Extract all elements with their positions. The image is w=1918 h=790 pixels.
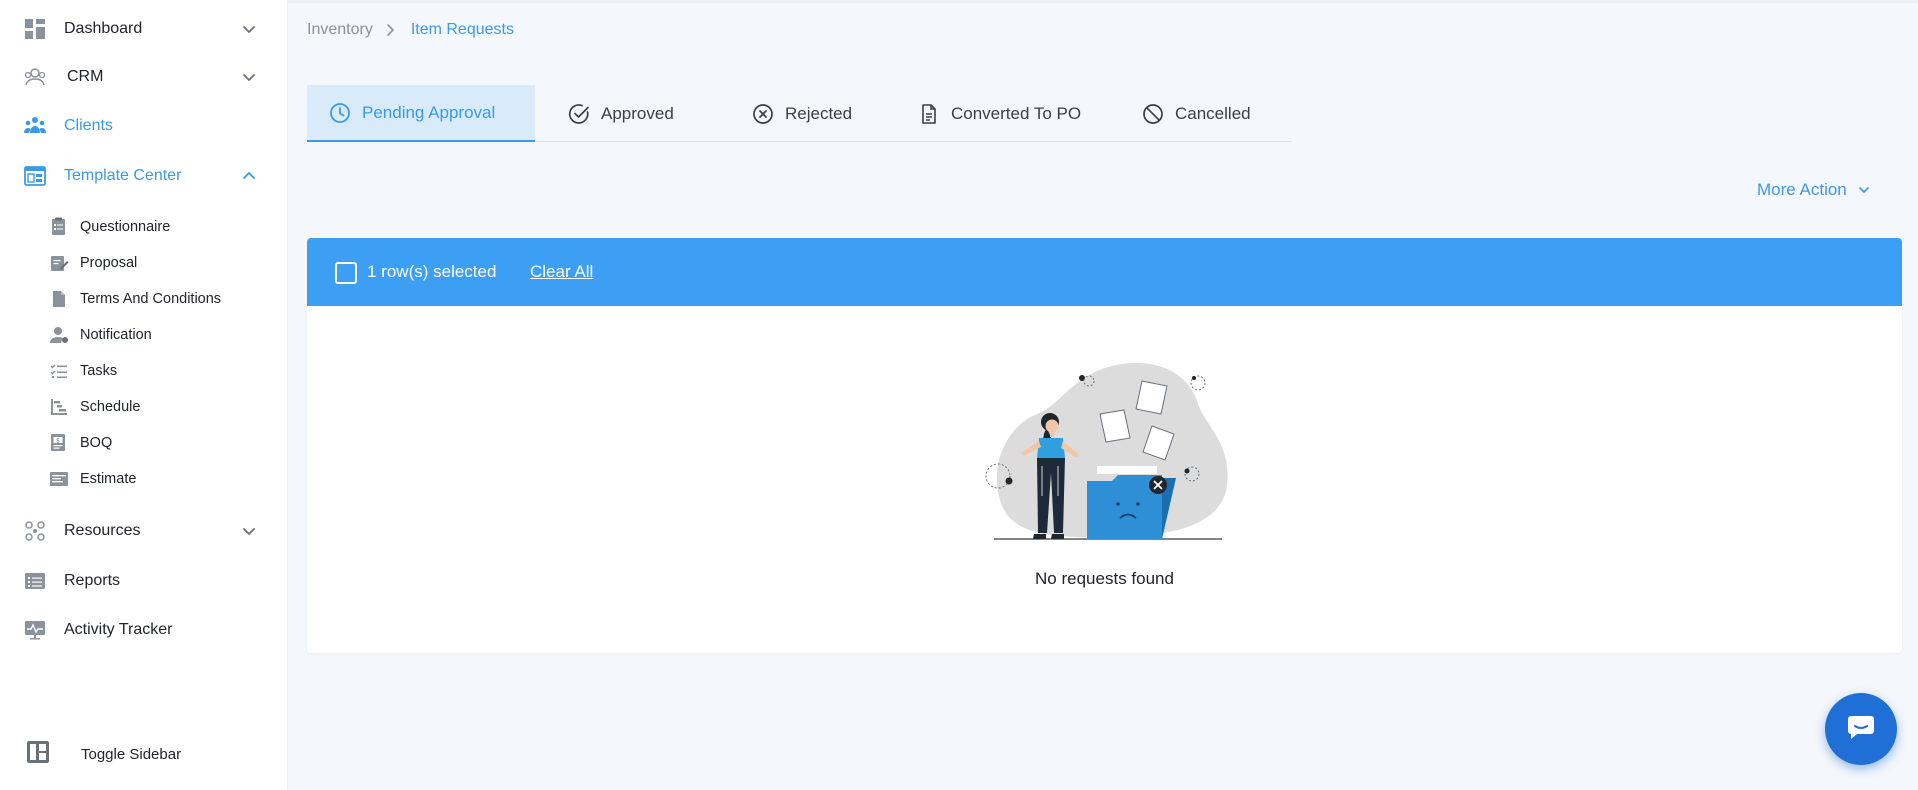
tab-pending-approval[interactable]: Pending Approval: [307, 85, 535, 142]
tab-label: Rejected: [785, 103, 853, 123]
tab-approved[interactable]: Approved: [568, 85, 674, 142]
chevron-right-icon: [385, 23, 397, 37]
sidebar-item-activity-tracker[interactable]: Activity Tracker: [0, 610, 288, 650]
sidebar-subitem-tasks[interactable]: Tasks: [0, 355, 288, 387]
sidebar-subitem-questionnaire[interactable]: Questionnaire: [0, 211, 288, 243]
toggle-sidebar-button[interactable]: Toggle Sidebar: [0, 735, 288, 773]
requests-table-card: 1 row(s) selected Clear All No requests …: [307, 238, 1902, 653]
sidebar-item-label: Clients: [64, 117, 113, 134]
activity-tracker-icon: [22, 617, 48, 643]
tab-label: Pending Approval: [362, 102, 496, 122]
more-action-button[interactable]: More Action: [1757, 180, 1871, 200]
ban-icon: [1142, 103, 1164, 125]
sidebar-subitem-label: Schedule: [80, 399, 141, 415]
document-icon: [48, 288, 70, 310]
sidebar-subitem-proposal[interactable]: Proposal: [0, 247, 288, 279]
sidebar-item-label: CRM: [67, 68, 104, 85]
resources-icon: [22, 518, 48, 544]
dashboard-icon: [22, 16, 48, 42]
sidebar-subitem-estimate[interactable]: Estimate: [0, 463, 288, 495]
toggle-sidebar-label: Toggle Sidebar: [81, 745, 182, 763]
selection-bar: 1 row(s) selected Clear All: [307, 238, 1902, 306]
chevron-up-icon[interactable]: [240, 167, 258, 185]
user-notification-icon: [48, 324, 70, 346]
schedule-icon: [48, 396, 70, 418]
empty-state-message: No requests found: [1035, 569, 1174, 588]
breadcrumb-current[interactable]: Item Requests: [411, 21, 514, 39]
selected-count: 1 row(s) selected: [367, 262, 497, 281]
tab-converted-to-po[interactable]: Converted To PO: [918, 85, 1081, 142]
sidebar-subitem-schedule[interactable]: Schedule: [0, 391, 288, 423]
sidebar-item-label: Template Center: [64, 167, 182, 184]
template-center-icon: [22, 163, 48, 189]
empty-folder-illustration: [985, 362, 1228, 540]
breadcrumb: Inventory Item Requests: [307, 21, 514, 39]
sidebar-subitem-terms-and-conditions[interactable]: Terms And Conditions: [0, 283, 288, 315]
sidebar-subitem-notification[interactable]: Notification: [0, 319, 288, 351]
clock-icon: [329, 102, 351, 124]
boq-icon: $: [48, 432, 70, 454]
top-divider: [288, 0, 1918, 3]
tasks-list-icon: [48, 360, 70, 382]
crm-icon: [22, 64, 48, 90]
proposal-icon: [48, 252, 70, 274]
sidebar: Dashboard CRM Clients Template Center Qu…: [0, 0, 288, 790]
sidebar-item-label: Dashboard: [64, 20, 143, 37]
tab-label: Approved: [601, 103, 674, 123]
svg-text:$: $: [56, 438, 60, 445]
tab-rejected[interactable]: Rejected: [752, 85, 852, 142]
chevron-down-icon[interactable]: [240, 68, 258, 86]
sidebar-subitem-label: Questionnaire: [80, 219, 171, 235]
status-tabs: Pending Approval Approved Rejected Conve…: [307, 85, 1292, 142]
select-all-checkbox[interactable]: [335, 262, 357, 284]
sidebar-item-label: Activity Tracker: [64, 621, 173, 638]
sidebar-item-resources[interactable]: Resources: [0, 511, 288, 551]
sidebar-subitem-label: Tasks: [80, 363, 118, 379]
clients-icon: [22, 113, 48, 139]
document-icon: [918, 103, 940, 125]
sidebar-item-reports[interactable]: Reports: [0, 561, 288, 601]
sidebar-subitem-label: BOQ: [80, 435, 113, 451]
sidebar-item-dashboard[interactable]: Dashboard: [0, 9, 288, 49]
reports-icon: [22, 568, 48, 594]
sidebar-item-label: Resources: [64, 522, 141, 539]
sidebar-item-crm[interactable]: CRM: [0, 57, 288, 97]
chevron-down-icon[interactable]: [240, 522, 258, 540]
sidebar-subitem-label: Notification: [80, 327, 152, 343]
clear-all-link[interactable]: Clear All: [530, 262, 593, 282]
estimate-icon: [48, 468, 70, 490]
sidebar-subitem-label: Terms And Conditions: [80, 291, 222, 307]
sidebar-subitem-label: Proposal: [80, 255, 138, 271]
sidebar-subitem-boq[interactable]: $ BOQ: [0, 427, 288, 459]
chevron-down-icon: [1857, 183, 1871, 197]
chat-button[interactable]: [1825, 693, 1897, 765]
check-circle-icon: [568, 103, 590, 125]
chat-icon: [1846, 713, 1876, 746]
sidebar-subitem-label: Estimate: [80, 471, 137, 487]
tab-label: Converted To PO: [951, 103, 1082, 123]
sidebar-item-label: Reports: [64, 572, 121, 589]
tab-cancelled[interactable]: Cancelled: [1142, 85, 1251, 142]
sidebar-item-clients[interactable]: Clients: [0, 106, 288, 146]
chevron-down-icon[interactable]: [240, 20, 258, 38]
more-action-label: More Action: [1757, 180, 1847, 199]
x-circle-icon: [752, 103, 774, 125]
questionnaire-icon: [48, 216, 70, 238]
sidebar-layout-icon: [26, 740, 50, 769]
sidebar-item-template-center[interactable]: Template Center: [0, 156, 288, 196]
breadcrumb-inventory-link[interactable]: Inventory: [307, 21, 373, 39]
tab-label: Cancelled: [1175, 103, 1251, 123]
